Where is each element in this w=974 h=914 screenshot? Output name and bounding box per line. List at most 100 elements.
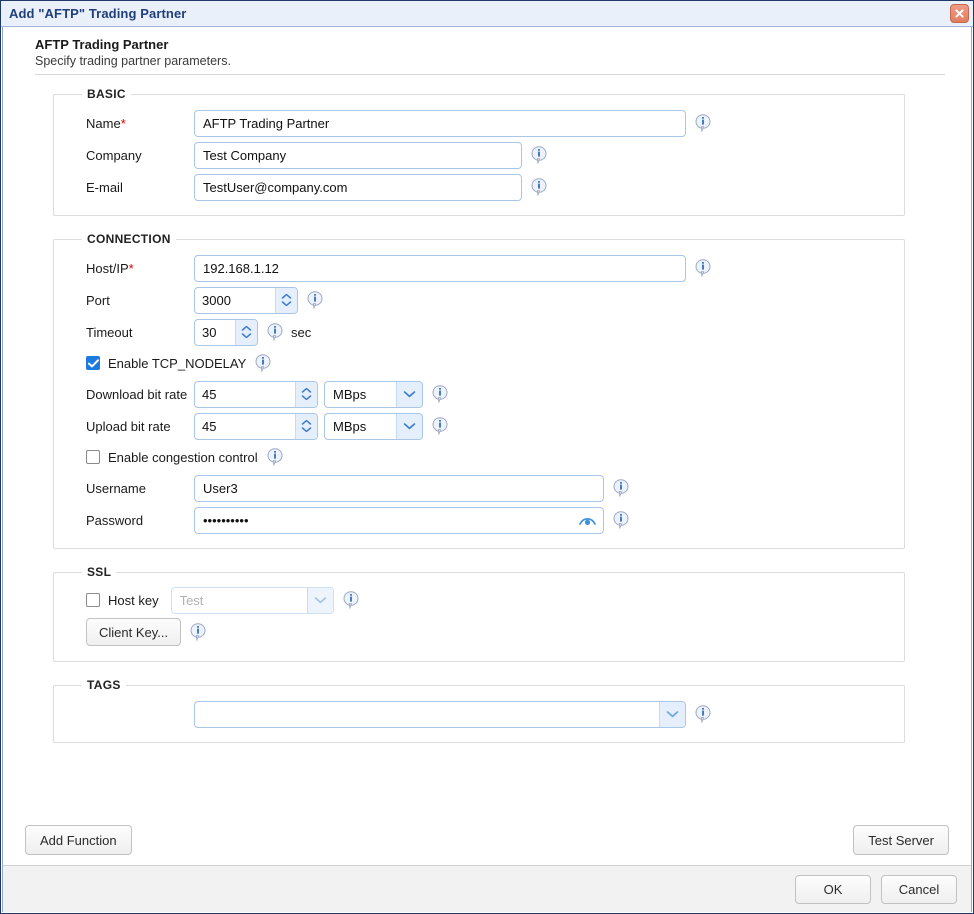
label-name: Name*: [86, 115, 126, 131]
info-icon[interactable]: [613, 511, 629, 529]
tags-value[interactable]: [194, 700, 686, 728]
field-row-email: E-mail: [68, 171, 890, 203]
dialog-footer: OK Cancel: [2, 865, 972, 912]
info-icon[interactable]: [190, 623, 206, 641]
group-basic-legend: BASIC: [87, 87, 126, 101]
username-input[interactable]: [194, 474, 604, 502]
ok-button[interactable]: OK: [795, 874, 871, 904]
page-subtitle: Specify trading partner parameters.: [35, 54, 231, 68]
field-row-congestion-control: Enable congestion control: [68, 442, 890, 472]
stepper-down-icon[interactable]: [281, 300, 292, 307]
host-key-select[interactable]: Test: [170, 586, 334, 614]
info-icon[interactable]: [267, 323, 283, 341]
label-company: Company: [86, 147, 142, 163]
info-icon[interactable]: [432, 385, 448, 403]
required-marker: *: [120, 115, 126, 131]
host-key-checkbox[interactable]: [86, 593, 100, 607]
field-row-host: Host/IP*: [68, 252, 890, 284]
dialog-body: AFTP Trading Partner Specify trading par…: [2, 27, 972, 865]
field-row-timeout: Timeout sec: [68, 316, 890, 348]
field-row-host-key: Host key Test: [68, 585, 890, 615]
group-connection: CONNECTION Host/IP* Port: [53, 232, 905, 549]
stepper-down-icon[interactable]: [301, 394, 312, 401]
dialog-header: AFTP Trading Partner Specify trading par…: [3, 27, 971, 75]
field-row-password: Password: [68, 504, 890, 536]
upload-stepper-buttons[interactable]: [295, 413, 317, 439]
info-icon[interactable]: [695, 705, 711, 723]
stepper-up-icon[interactable]: [281, 293, 292, 300]
cancel-button[interactable]: Cancel: [881, 874, 957, 904]
port-stepper[interactable]: [194, 286, 298, 314]
stepper-up-icon[interactable]: [301, 387, 312, 394]
action-strip: Add Function Test Server: [3, 821, 971, 865]
password-wrapper: [194, 506, 604, 534]
congestion-control-checkbox[interactable]: [86, 450, 100, 464]
group-tags-legend: TAGS: [87, 678, 121, 692]
info-icon[interactable]: [695, 259, 711, 277]
stepper-down-icon[interactable]: [241, 332, 252, 339]
chevron-down-icon[interactable]: [396, 381, 422, 407]
tcp-nodelay-checkbox[interactable]: [86, 356, 100, 370]
label-host-ip: Host/IP*: [86, 260, 134, 276]
close-icon[interactable]: [950, 4, 969, 23]
eye-icon[interactable]: [579, 514, 596, 526]
field-row-download-bit-rate: Download bit rate MBps: [68, 378, 890, 410]
group-tags: TAGS: [53, 678, 905, 743]
label-port: Port: [86, 292, 110, 308]
tags-select[interactable]: [194, 700, 686, 728]
password-field[interactable]: [194, 506, 604, 534]
timeout-stepper[interactable]: [194, 318, 258, 346]
form-scroll-area[interactable]: BASIC Name* Company E-mail: [3, 75, 971, 821]
info-icon[interactable]: [531, 178, 547, 196]
info-icon[interactable]: [343, 591, 359, 609]
label-username: Username: [86, 480, 146, 496]
group-ssl: SSL Host key Test Client Key...: [53, 565, 905, 662]
dialog-window: Add "AFTP" Trading Partner AFTP Trading …: [0, 0, 974, 914]
group-connection-legend: CONNECTION: [87, 232, 171, 246]
info-icon[interactable]: [307, 291, 323, 309]
field-row-port: Port: [68, 284, 890, 316]
stepper-up-icon[interactable]: [241, 325, 252, 332]
host-key-label: Host key: [108, 592, 159, 608]
download-bit-rate-stepper[interactable]: [194, 380, 318, 408]
timeout-unit-label: sec: [291, 324, 312, 340]
stepper-up-icon[interactable]: [301, 419, 312, 426]
timeout-stepper-buttons[interactable]: [235, 319, 257, 345]
name-input[interactable]: [194, 109, 686, 137]
info-icon[interactable]: [613, 479, 629, 497]
page-title: AFTP Trading Partner: [35, 37, 169, 52]
info-icon[interactable]: [432, 417, 448, 435]
client-key-button[interactable]: Client Key...: [86, 618, 182, 646]
info-icon[interactable]: [531, 146, 547, 164]
label-upload-bit-rate: Upload bit rate: [86, 418, 171, 434]
info-icon[interactable]: [255, 354, 271, 372]
label-email: E-mail: [86, 179, 123, 195]
field-row-name: Name*: [68, 107, 890, 139]
field-row-tcp-nodelay: Enable TCP_NODELAY: [68, 348, 890, 378]
chevron-down-icon[interactable]: [306, 587, 333, 613]
label-timeout: Timeout: [86, 324, 133, 340]
upload-unit-select[interactable]: MBps: [324, 412, 423, 440]
add-function-button[interactable]: Add Function: [25, 825, 132, 855]
email-field[interactable]: [194, 173, 522, 201]
required-marker: *: [128, 260, 134, 276]
chevron-down-icon[interactable]: [396, 413, 422, 439]
port-stepper-buttons[interactable]: [275, 287, 297, 313]
dialog-titlebar: Add "AFTP" Trading Partner: [1, 1, 973, 27]
download-stepper-buttons[interactable]: [295, 381, 317, 407]
host-ip-input[interactable]: [194, 254, 686, 282]
dialog-title: Add "AFTP" Trading Partner: [9, 6, 187, 21]
company-input[interactable]: [194, 141, 522, 169]
group-ssl-legend: SSL: [87, 565, 112, 579]
group-basic: BASIC Name* Company E-mail: [53, 87, 905, 216]
download-unit-select[interactable]: MBps: [324, 380, 423, 408]
tcp-nodelay-label: Enable TCP_NODELAY: [108, 355, 247, 371]
upload-bit-rate-stepper[interactable]: [194, 412, 318, 440]
stepper-down-icon[interactable]: [301, 426, 312, 433]
info-icon[interactable]: [267, 448, 283, 466]
info-icon[interactable]: [695, 114, 711, 132]
label-download-bit-rate: Download bit rate: [86, 386, 188, 402]
field-row-company: Company: [68, 139, 890, 171]
chevron-down-icon[interactable]: [659, 701, 685, 727]
test-server-button[interactable]: Test Server: [853, 825, 949, 855]
